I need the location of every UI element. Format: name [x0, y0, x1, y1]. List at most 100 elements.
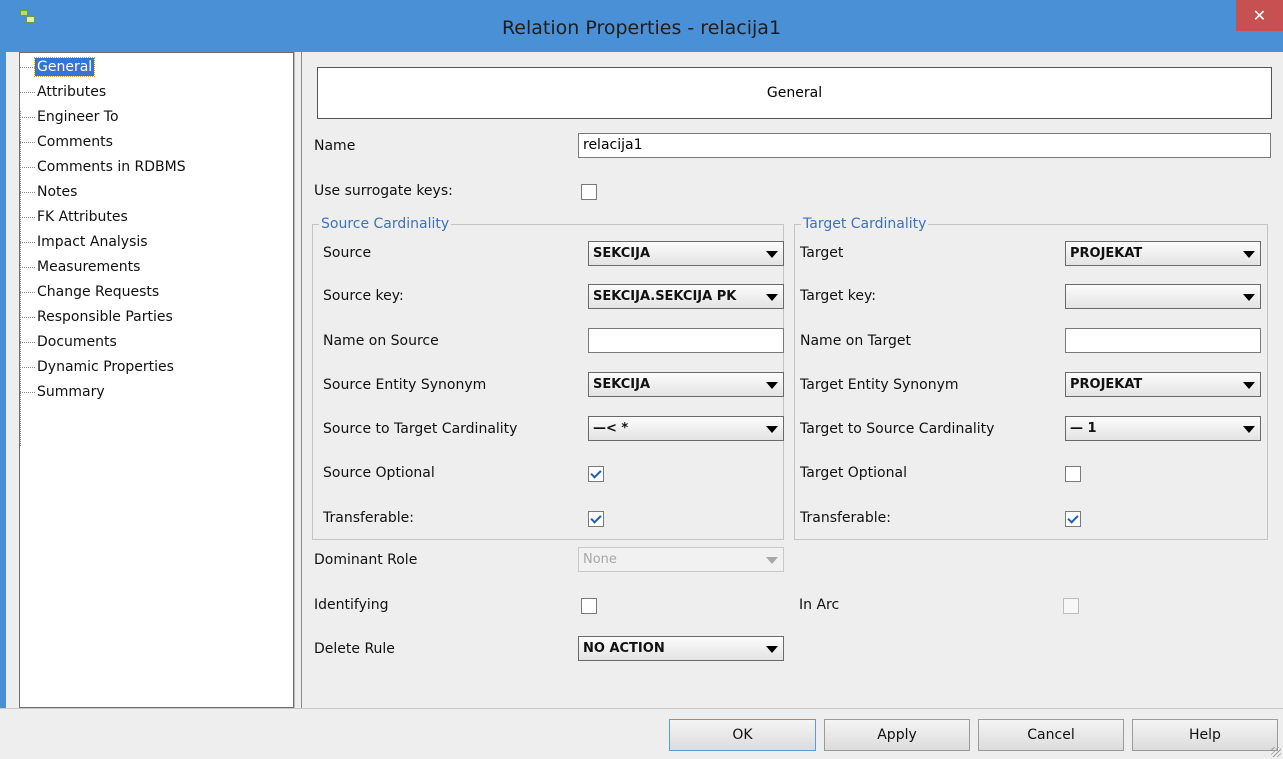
target-synonym-label: Target Entity Synonym	[800, 377, 959, 393]
target-cardinality-title: Target Cardinality	[801, 216, 929, 232]
delete-rule-label: Delete Rule	[314, 641, 395, 657]
source-transferable-label: Transferable:	[323, 510, 414, 526]
source-key-label: Source key:	[323, 288, 404, 304]
chevron-down-icon	[766, 426, 778, 433]
source-cardinality-select[interactable]: —< *	[588, 416, 784, 441]
chevron-down-icon	[766, 557, 778, 564]
chevron-down-icon	[766, 646, 778, 653]
source-synonym-value: SEKCIJA	[593, 377, 651, 392]
delete-rule-select[interactable]: NO ACTION	[578, 636, 784, 661]
tree-item-label: Notes	[37, 184, 78, 200]
tree-item-label: Attributes	[37, 84, 107, 100]
properties-panel: General Name relacija1 Use surrogate key…	[301, 52, 1283, 708]
source-synonym-select[interactable]: SEKCIJA	[588, 372, 784, 397]
tree-item-label: Responsible Parties	[37, 309, 173, 325]
close-icon: ✕	[1252, 6, 1267, 25]
cancel-button[interactable]: Cancel	[978, 719, 1124, 751]
tree-item-change-requests[interactable]: Change Requests	[20, 282, 161, 303]
tree-item-measurements[interactable]: Measurements	[20, 257, 142, 278]
name-field[interactable]: relacija1	[578, 133, 1271, 158]
target-key-select[interactable]	[1065, 284, 1261, 309]
tree-item-comments[interactable]: Comments	[20, 132, 115, 153]
dominant-role-select[interactable]: None	[578, 547, 784, 572]
tree-item-label: Summary	[37, 384, 105, 400]
chevron-down-icon	[1243, 426, 1255, 433]
tree-item-general[interactable]: General	[20, 57, 96, 78]
chevron-down-icon	[766, 251, 778, 258]
surrogate-keys-label: Use surrogate keys:	[314, 183, 453, 199]
ok-button[interactable]: OK	[669, 719, 816, 751]
target-cardinality-label: Target to Source Cardinality	[800, 421, 995, 437]
delete-rule-value: NO ACTION	[583, 641, 665, 656]
chevron-down-icon	[1243, 294, 1255, 301]
tree-item-label: Engineer To	[37, 109, 119, 125]
name-on-target-field[interactable]	[1065, 328, 1261, 353]
resize-grip-icon[interactable]	[1271, 747, 1281, 757]
target-transferable-label: Transferable:	[800, 510, 891, 526]
name-on-source-field[interactable]	[588, 328, 784, 353]
tree-item-label: Comments	[37, 134, 113, 150]
dominant-role-value: None	[583, 552, 617, 567]
close-button[interactable]: ✕	[1236, 0, 1283, 31]
tree-item-summary[interactable]: Summary	[20, 382, 107, 403]
name-on-target-label: Name on Target	[800, 333, 911, 349]
tree-item-label: Documents	[37, 334, 117, 350]
tree-item-engineer-to[interactable]: Engineer To	[20, 107, 121, 128]
tree-item-impact-analysis[interactable]: Impact Analysis	[20, 232, 150, 253]
target-select[interactable]: PROJEKAT	[1065, 241, 1261, 266]
name-label: Name	[314, 138, 356, 154]
target-optional-label: Target Optional	[800, 465, 907, 481]
surrogate-keys-checkbox[interactable]	[581, 184, 597, 200]
source-cardinality-group: Source Cardinality Source SEKCIJA Source…	[312, 216, 784, 540]
chevron-down-icon	[1243, 251, 1255, 258]
target-cardinality-value: — 1	[1070, 421, 1097, 436]
chevron-down-icon	[1243, 382, 1255, 389]
tree-item-dynamic-properties[interactable]: Dynamic Properties	[20, 357, 176, 378]
tree-item-documents[interactable]: Documents	[20, 332, 119, 353]
target-value: PROJEKAT	[1070, 246, 1143, 261]
source-optional-label: Source Optional	[323, 465, 435, 481]
source-transferable-checkbox[interactable]	[588, 511, 604, 527]
title-bar[interactable]: Relation Properties - relacija1 ✕	[0, 0, 1283, 52]
in-arc-checkbox[interactable]	[1063, 598, 1079, 614]
source-optional-checkbox[interactable]	[588, 466, 604, 482]
tree-gutter	[6, 52, 19, 708]
identifying-checkbox[interactable]	[581, 598, 597, 614]
tree-item-notes[interactable]: Notes	[20, 182, 79, 203]
chevron-down-icon	[766, 382, 778, 389]
source-cardinality-value: —< *	[593, 421, 629, 436]
source-synonym-label: Source Entity Synonym	[323, 377, 487, 393]
tree-item-label: FK Attributes	[37, 209, 128, 225]
source-cardinality-label: Source to Target Cardinality	[323, 421, 518, 437]
source-cardinality-title: Source Cardinality	[319, 216, 452, 232]
tree-item-label: Impact Analysis	[37, 234, 148, 250]
target-synonym-select[interactable]: PROJEKAT	[1065, 372, 1261, 397]
dominant-role-label: Dominant Role	[314, 552, 418, 568]
tree-item-comments-rdbms[interactable]: Comments in RDBMS	[20, 157, 188, 178]
splitter-handle[interactable]	[294, 52, 301, 708]
target-cardinality-select[interactable]: — 1	[1065, 416, 1261, 441]
window-title: Relation Properties - relacija1	[501, 17, 782, 39]
target-synonym-value: PROJEKAT	[1070, 377, 1143, 392]
identifying-label: Identifying	[314, 597, 389, 613]
tree-item-fk-attributes[interactable]: FK Attributes	[20, 207, 130, 228]
target-label: Target	[800, 245, 844, 261]
tree-item-responsible-parties[interactable]: Responsible Parties	[20, 307, 175, 328]
target-optional-checkbox[interactable]	[1065, 466, 1081, 482]
tree-item-label: Change Requests	[37, 284, 160, 300]
tree-item-attributes[interactable]: Attributes	[20, 82, 108, 103]
navigation-tree: General Attributes Engineer To Comments …	[19, 52, 294, 708]
source-key-select[interactable]: SEKCIJA.SEKCIJA PK	[588, 284, 784, 309]
source-label: Source	[323, 245, 372, 261]
chevron-down-icon	[766, 294, 778, 301]
apply-button[interactable]: Apply	[824, 719, 970, 751]
source-select[interactable]: SEKCIJA	[588, 241, 784, 266]
section-header: General	[317, 67, 1272, 119]
target-cardinality-group: Target Cardinality Target PROJEKAT Targe…	[794, 216, 1268, 540]
source-key-value: SEKCIJA.SEKCIJA PK	[593, 289, 737, 304]
tree-item-label: Measurements	[37, 259, 141, 275]
dialog-footer: OK Apply Cancel Help	[0, 708, 1283, 759]
target-transferable-checkbox[interactable]	[1065, 511, 1081, 527]
name-on-source-label: Name on Source	[323, 333, 439, 349]
help-button[interactable]: Help	[1132, 719, 1278, 751]
